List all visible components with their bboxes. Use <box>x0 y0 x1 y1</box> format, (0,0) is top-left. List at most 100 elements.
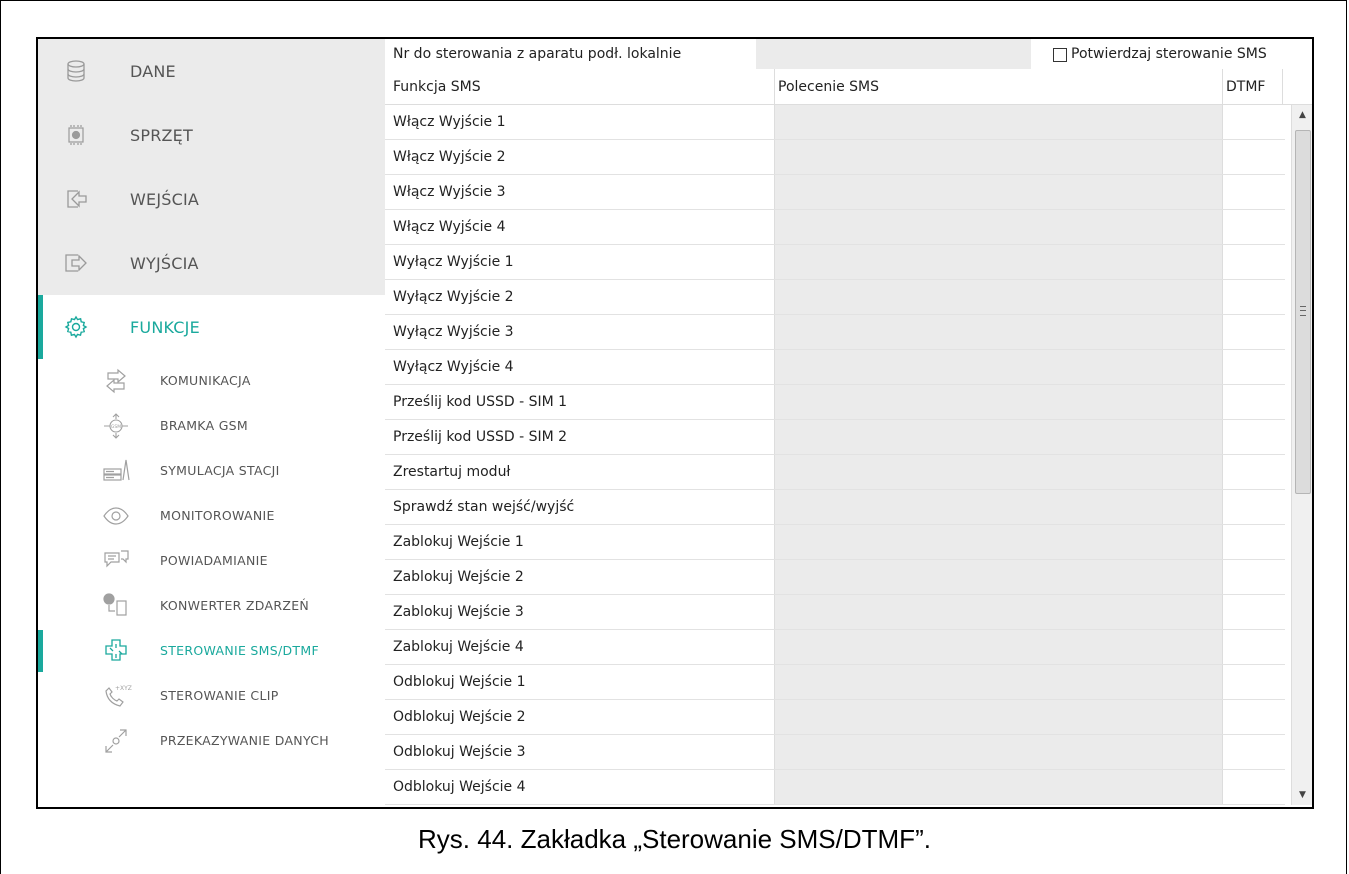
nav-item-label: DANE <box>130 61 176 81</box>
dtmf-input[interactable] <box>1222 490 1283 524</box>
table-row: Prześlij kod USSD - SIM 2 <box>385 420 1285 455</box>
subnav-item-konwerter-zdarzen[interactable]: KONWERTER ZDARZEŃ <box>38 584 385 629</box>
dtmf-input[interactable] <box>1222 105 1283 139</box>
station-simulation-icon <box>102 458 130 484</box>
dtmf-input[interactable] <box>1222 770 1283 804</box>
sms-command-input[interactable] <box>774 385 1223 419</box>
vertical-scrollbar[interactable]: ▲ ▼ <box>1291 105 1312 805</box>
sms-command-input[interactable] <box>774 105 1223 139</box>
nav-item-sprzet[interactable]: SPRZĘT <box>38 103 385 167</box>
chip-icon <box>64 123 88 147</box>
subnav-item-sterowanie-sms-dtmf[interactable]: STEROWANIE SMS/DTMF <box>38 629 385 674</box>
table-row: Włącz Wyjście 1 <box>385 105 1285 140</box>
table-row: Zablokuj Wejście 3 <box>385 595 1285 630</box>
subnav-item-monitorowanie[interactable]: MONITOROWANIE <box>38 494 385 539</box>
event-converter-icon <box>102 593 130 619</box>
sms-functions-table: Funkcja SMS Polecenie SMS DTMF Włącz Wyj… <box>385 69 1312 805</box>
nav-item-wyjscia[interactable]: WYJŚCIA <box>38 231 385 295</box>
sms-command-input[interactable] <box>774 350 1223 384</box>
dtmf-input[interactable] <box>1222 630 1283 664</box>
table-header: Funkcja SMS Polecenie SMS DTMF <box>385 69 1312 105</box>
nav-item-label: FUNKCJE <box>130 317 200 337</box>
sms-function-name: Prześlij kod USSD - SIM 2 <box>393 429 568 445</box>
sms-command-input[interactable] <box>774 665 1223 699</box>
nav-item-wejscia[interactable]: WEJŚCIA <box>38 167 385 231</box>
dtmf-input[interactable] <box>1222 245 1283 279</box>
table-row: Prześlij kod USSD - SIM 1 <box>385 385 1285 420</box>
gear-icon <box>64 315 88 339</box>
dtmf-input[interactable] <box>1222 665 1283 699</box>
sms-function-name: Włącz Wyjście 2 <box>393 149 506 165</box>
control-number-bar: Nr do sterowania z aparatu podł. lokalni… <box>385 39 1312 69</box>
sms-function-name: Wyłącz Wyjście 1 <box>393 254 514 270</box>
sms-command-input[interactable] <box>774 175 1223 209</box>
sms-command-input[interactable] <box>774 525 1223 559</box>
sms-function-name: Włącz Wyjście 1 <box>393 114 506 130</box>
sms-function-name: Odblokuj Wejście 4 <box>393 779 526 795</box>
subnav-item-bramka-gsm[interactable]: GSM BRAMKA GSM <box>38 404 385 449</box>
scroll-up-arrow-icon[interactable]: ▲ <box>1292 105 1312 125</box>
dtmf-input[interactable] <box>1222 315 1283 349</box>
header-sms-command[interactable]: Polecenie SMS <box>778 79 879 95</box>
svg-text:GSM: GSM <box>111 424 121 430</box>
sms-command-input[interactable] <box>774 245 1223 279</box>
nav-item-label: WEJŚCIA <box>130 189 200 209</box>
column-divider <box>774 69 775 104</box>
sms-command-input[interactable] <box>774 455 1223 489</box>
sms-command-input[interactable] <box>774 280 1223 314</box>
header-sms-function[interactable]: Funkcja SMS <box>393 79 481 95</box>
nav-item-dane[interactable]: DANE <box>38 39 385 103</box>
scroll-down-arrow-icon[interactable]: ▼ <box>1292 785 1312 805</box>
svg-text:+XYZ: +XYZ <box>115 685 132 692</box>
table-row: Wyłącz Wyjście 1 <box>385 245 1285 280</box>
sms-command-input[interactable] <box>774 490 1223 524</box>
app-window: DANE SPRZĘT WEJŚCIA WYJŚCIA FUNKCJE KOMU… <box>36 37 1314 809</box>
table-row: Odblokuj Wejście 2 <box>385 700 1285 735</box>
dtmf-input[interactable] <box>1222 525 1283 559</box>
dtmf-input[interactable] <box>1222 455 1283 489</box>
sms-command-input[interactable] <box>774 735 1223 769</box>
sms-command-input[interactable] <box>774 770 1223 804</box>
gsm-gateway-icon: GSM <box>102 413 130 439</box>
dtmf-input[interactable] <box>1222 280 1283 314</box>
dtmf-input[interactable] <box>1222 210 1283 244</box>
dtmf-input[interactable] <box>1222 700 1283 734</box>
table-row: Włącz Wyjście 3 <box>385 175 1285 210</box>
sms-command-input[interactable] <box>774 560 1223 594</box>
sms-command-input[interactable] <box>774 700 1223 734</box>
figure-caption: Rys. 44. Zakładka „Sterowanie SMS/DTMF”. <box>418 824 931 854</box>
subnav-item-sterowanie-clip[interactable]: +XYZ STEROWANIE CLIP <box>38 674 385 719</box>
sms-command-input[interactable] <box>774 420 1223 454</box>
table-row: Odblokuj Wejście 1 <box>385 665 1285 700</box>
exchange-arrows-icon <box>102 368 130 394</box>
subnav-item-komunikacja[interactable]: KOMUNIKACJA <box>38 359 385 404</box>
database-icon <box>64 59 88 83</box>
dtmf-input[interactable] <box>1222 560 1283 594</box>
sms-command-input[interactable] <box>774 315 1223 349</box>
sms-command-input[interactable] <box>774 140 1223 174</box>
sms-command-input[interactable] <box>774 595 1223 629</box>
dtmf-input[interactable] <box>1222 420 1283 454</box>
dtmf-input[interactable] <box>1222 735 1283 769</box>
control-number-input[interactable] <box>756 39 1031 69</box>
dtmf-input[interactable] <box>1222 140 1283 174</box>
dtmf-input[interactable] <box>1222 175 1283 209</box>
table-row: Zablokuj Wejście 1 <box>385 525 1285 560</box>
main-nav: DANE SPRZĘT WEJŚCIA WYJŚCIA <box>38 39 385 295</box>
content-panel: Nr do sterowania z aparatu podł. lokalni… <box>385 39 1312 807</box>
subnav-item-symulacja-stacji[interactable]: SYMULACJA STACJI <box>38 449 385 494</box>
header-dtmf[interactable]: DTMF <box>1226 79 1265 95</box>
scrollbar-thumb[interactable] <box>1295 130 1311 494</box>
subnav-item-przekazywanie-danych[interactable]: PRZEKAZYWANIE DANYCH <box>38 719 385 764</box>
dtmf-input[interactable] <box>1222 385 1283 419</box>
sms-command-input[interactable] <box>774 210 1223 244</box>
confirm-sms-checkbox[interactable] <box>1053 48 1067 62</box>
table-row: Odblokuj Wejście 3 <box>385 735 1285 770</box>
nav-item-funkcje[interactable]: FUNKCJE <box>38 295 385 359</box>
subnav-item-powiadamianie[interactable]: POWIADAMIANIE <box>38 539 385 584</box>
sms-command-input[interactable] <box>774 630 1223 664</box>
data-transfer-icon <box>102 728 130 754</box>
dtmf-input[interactable] <box>1222 595 1283 629</box>
table-row: Włącz Wyjście 2 <box>385 140 1285 175</box>
dtmf-input[interactable] <box>1222 350 1283 384</box>
